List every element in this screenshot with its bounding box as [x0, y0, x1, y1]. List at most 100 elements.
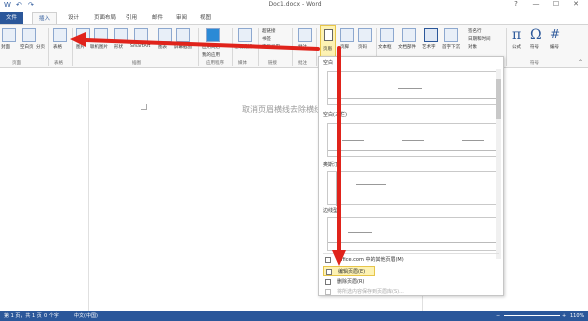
- tab-insert[interactable]: 插入: [32, 12, 58, 24]
- close-button[interactable]: ✕: [566, 0, 586, 11]
- drop-cap-label: 首字下沉: [442, 45, 460, 50]
- online-pictures-icon[interactable]: [94, 28, 108, 42]
- pictures-icon[interactable]: [76, 28, 90, 42]
- menu-item-label: Office.com 中的其他页眉(M): [337, 257, 404, 263]
- screenshot-icon[interactable]: [176, 28, 190, 42]
- smartart-label: SmartArt: [130, 44, 151, 49]
- numbering-label: 编号: [550, 45, 559, 50]
- comment-icon[interactable]: [298, 28, 312, 42]
- collapse-ribbon-icon[interactable]: ⌃: [578, 59, 583, 66]
- signature-line-label[interactable]: 签名行: [468, 28, 482, 34]
- ribbon-separator: [258, 28, 259, 66]
- header-gallery: 空白 空白(三栏) 奥斯汀 边线型 Office.com 中的其他页眉(M) 编…: [318, 56, 504, 296]
- my-apps-label[interactable]: 我的应用: [202, 52, 220, 58]
- shapes-label: 形状: [114, 45, 123, 50]
- store-icon[interactable]: [206, 28, 220, 42]
- gallery-scrollbar[interactable]: [496, 69, 501, 259]
- header-label: 页眉: [323, 47, 332, 52]
- tab-references[interactable]: 引用: [120, 12, 143, 24]
- tab-mailings[interactable]: 邮件: [146, 12, 169, 24]
- screenshot-label: 屏幕截图: [174, 45, 192, 50]
- menu-edit-header[interactable]: 编辑页眉(E): [323, 266, 375, 276]
- tab-file[interactable]: 文件: [0, 12, 24, 24]
- gallery-section-blank: 空白: [323, 60, 334, 66]
- group-illustrations-label: 插图: [132, 61, 141, 66]
- date-time-label[interactable]: 日期和时间: [468, 36, 491, 42]
- menu-item-label: 删除页眉(R): [337, 279, 365, 285]
- drop-cap-icon[interactable]: [444, 28, 458, 42]
- symbol-label: 符号: [530, 45, 539, 50]
- hyperlink-label[interactable]: 超链接: [262, 28, 276, 34]
- wordart-icon[interactable]: [424, 28, 438, 42]
- equation-icon[interactable]: π: [512, 27, 521, 43]
- tab-design[interactable]: 设计: [62, 12, 85, 24]
- header-thumbnail[interactable]: [327, 217, 498, 251]
- cross-reference-label[interactable]: 交叉引用: [262, 44, 280, 50]
- gallery-section-austin: 奥斯汀: [323, 162, 339, 168]
- group-apps-label: 应用程序: [206, 61, 224, 66]
- window-title: Doc1.docx - Word: [268, 1, 322, 8]
- text-box-label: 文本框: [378, 45, 392, 50]
- cover-page-icon[interactable]: [2, 28, 16, 42]
- object-label[interactable]: 对象: [468, 44, 477, 50]
- maximize-button[interactable]: ☐: [546, 0, 566, 11]
- ribbon-separator: [72, 28, 73, 66]
- remove-header-icon: [325, 279, 331, 285]
- placeholder-line: [356, 184, 386, 185]
- quick-parts-icon[interactable]: [402, 28, 416, 42]
- scrollbar-thumb[interactable]: [496, 79, 501, 119]
- online-video-label: 在线视频: [234, 45, 252, 50]
- group-symbols-label: 符号: [530, 61, 539, 66]
- rule-line: [328, 98, 498, 99]
- redo-icon[interactable]: ↷: [28, 1, 34, 9]
- symbol-icon[interactable]: Ω: [530, 27, 542, 43]
- zoom-in-icon[interactable]: +: [562, 311, 566, 321]
- shapes-icon[interactable]: [114, 28, 128, 42]
- page-count[interactable]: 第 1 页，共 1 页: [4, 311, 42, 321]
- table-icon[interactable]: [53, 28, 67, 42]
- title-bar: W ↶ ↷ Doc1.docx - Word ? — ☐ ✕: [0, 0, 588, 12]
- text-box-icon[interactable]: [380, 28, 394, 42]
- footer-icon[interactable]: [340, 28, 354, 42]
- menu-item-label: 将所选内容保存到页眉库(S)...: [337, 289, 404, 295]
- zoom-slider[interactable]: [504, 315, 560, 316]
- smartart-icon[interactable]: [134, 28, 148, 42]
- help-button[interactable]: ?: [506, 0, 526, 11]
- tab-view[interactable]: 视图: [194, 12, 217, 24]
- header-thumbnail[interactable]: [327, 123, 498, 157]
- numbering-icon[interactable]: #: [550, 27, 560, 41]
- quick-parts-label: 文档部件: [398, 45, 416, 50]
- online-video-icon[interactable]: [238, 28, 252, 42]
- tab-page-layout[interactable]: 页面布局: [88, 12, 122, 24]
- ribbon-separator: [292, 28, 293, 66]
- undo-icon[interactable]: ↶: [16, 1, 22, 9]
- comment-label: 批注: [298, 45, 307, 50]
- gallery-section-sideline: 边线型: [323, 208, 339, 214]
- group-tables-label: 表格: [54, 61, 63, 66]
- bookmark-label[interactable]: 书签: [262, 36, 271, 42]
- language-indicator[interactable]: 中文(中国): [74, 311, 98, 321]
- rule-line: [328, 242, 498, 243]
- header-thumbnail[interactable]: [327, 71, 498, 105]
- placeholder-line: [348, 232, 372, 233]
- word-count[interactable]: 0 个字: [44, 311, 59, 321]
- header-thumbnail[interactable]: [327, 171, 497, 206]
- chart-label: 图表: [158, 45, 167, 50]
- zoom-out-icon[interactable]: −: [496, 311, 500, 321]
- office-icon: [325, 257, 331, 263]
- equation-label: 公式: [512, 45, 521, 50]
- menu-more-headers[interactable]: Office.com 中的其他页眉(M): [323, 255, 499, 265]
- placeholder-line: [402, 140, 424, 141]
- border-line: [336, 172, 337, 206]
- chart-icon[interactable]: [158, 28, 172, 42]
- minimize-button[interactable]: —: [526, 0, 546, 11]
- tab-review[interactable]: 审阅: [170, 12, 193, 24]
- group-media-label: 媒体: [238, 61, 247, 66]
- blank-page-icon[interactable]: [22, 28, 36, 42]
- menu-remove-header[interactable]: 删除页眉(R): [323, 277, 499, 287]
- ribbon-separator: [232, 28, 233, 66]
- status-bar: 第 1 页，共 1 页 0 个字 中文(中国) − + 110%: [0, 311, 588, 321]
- ribbon-separator: [506, 28, 507, 66]
- zoom-level[interactable]: 110%: [570, 311, 584, 321]
- page-number-icon[interactable]: [358, 28, 372, 42]
